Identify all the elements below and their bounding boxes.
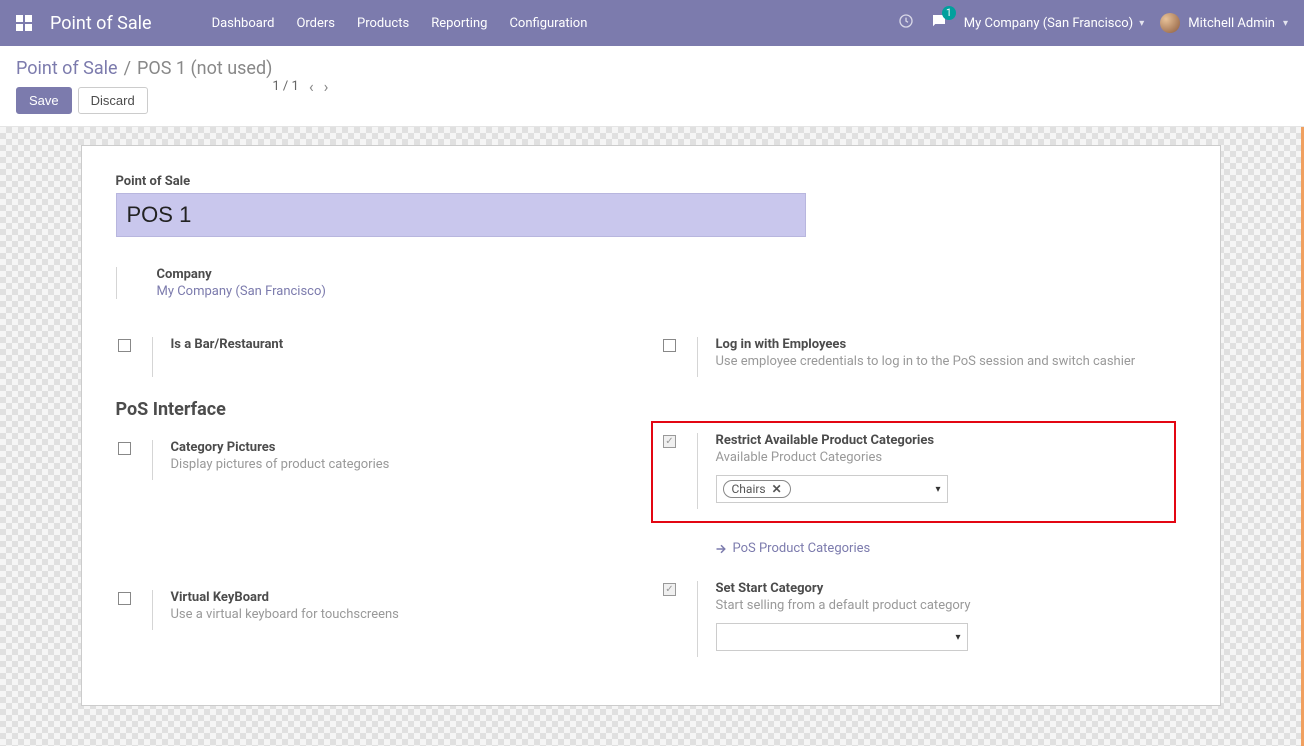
control-panel: Point of Sale / POS 1 (not used) Save Di… (0, 46, 1304, 127)
checkbox-start-cat[interactable]: ✓ (663, 583, 676, 596)
vkb-desc: Use a virtual keyboard for touchscreens (171, 607, 641, 622)
pager: 1 / 1 ‹ › (272, 77, 328, 96)
company-link[interactable]: My Company (San Francisco) (157, 284, 326, 299)
avatar (1160, 13, 1180, 33)
bar-title: Is a Bar/Restaurant (171, 337, 641, 352)
dropdown-arrow-icon[interactable]: ▾ (935, 484, 940, 495)
user-name: Mitchell Admin (1188, 16, 1275, 31)
tag-label: Chairs (732, 482, 766, 496)
pos-name-input[interactable] (116, 193, 806, 237)
caret-down-icon: ▾ (1283, 18, 1288, 29)
setting-restrict-categories: ✓ Restrict Available Product Categories … (661, 433, 1166, 509)
pager-next-icon[interactable]: › (324, 77, 329, 96)
save-button[interactable]: Save (16, 87, 72, 114)
breadcrumb: Point of Sale / POS 1 (not used) (16, 58, 272, 79)
pos-product-categories-link[interactable]: PoS Product Categories (715, 541, 871, 556)
start-cat-title: Set Start Category (716, 581, 1186, 596)
catpics-title: Category Pictures (171, 440, 641, 455)
company-switcher[interactable]: My Company (San Francisco) ▾ (964, 16, 1144, 31)
app-title[interactable]: Point of Sale (50, 13, 152, 34)
top-navbar: Point of Sale Dashboard Orders Products … (0, 0, 1304, 46)
catpics-desc: Display pictures of product categories (171, 457, 641, 472)
nav-orders[interactable]: Orders (296, 16, 335, 31)
start-cat-desc: Start selling from a default product cat… (716, 598, 1186, 613)
form-sheet: Point of Sale Company My Company (San Fr… (81, 145, 1221, 706)
discuss-icon[interactable]: 1 (930, 12, 948, 34)
nav-products[interactable]: Products (357, 16, 409, 31)
setting-virtual-keyboard: Virtual KeyBoard Use a virtual keyboard … (116, 582, 641, 638)
pos-name-label: Point of Sale (116, 174, 1186, 189)
chat-badge: 1 (942, 6, 956, 20)
breadcrumb-current: POS 1 (not used) (137, 58, 272, 79)
dropdown-arrow-icon[interactable]: ▾ (955, 632, 960, 643)
section-interface: PoS Interface (116, 399, 641, 420)
company-label: Company (157, 267, 1186, 282)
checkbox-catpics[interactable] (118, 442, 131, 455)
checkbox-bar[interactable] (118, 339, 131, 352)
setting-category-pictures: Category Pictures Display pictures of pr… (116, 432, 641, 488)
nav-configuration[interactable]: Configuration (509, 16, 587, 31)
breadcrumb-sep: / (124, 58, 131, 79)
pager-prev-icon[interactable]: ‹ (309, 77, 314, 96)
vkb-title: Virtual KeyBoard (171, 590, 641, 605)
tag-remove-icon[interactable]: ✕ (772, 482, 782, 496)
apps-icon[interactable] (16, 15, 32, 31)
arrow-right-icon (715, 543, 727, 555)
discard-button[interactable]: Discard (78, 87, 148, 114)
user-menu[interactable]: Mitchell Admin ▾ (1160, 13, 1288, 33)
form-canvas: Point of Sale Company My Company (San Fr… (0, 127, 1304, 746)
login-emp-desc: Use employee credentials to log in to th… (716, 354, 1186, 369)
cat-link-label: PoS Product Categories (733, 541, 871, 556)
checkbox-vkb[interactable] (118, 592, 131, 605)
restrict-desc: Available Product Categories (716, 450, 1166, 465)
available-categories-input[interactable]: Chairs ✕ ▾ (716, 475, 948, 503)
breadcrumb-root[interactable]: Point of Sale (16, 58, 118, 79)
checkbox-restrict[interactable]: ✓ (663, 435, 676, 448)
setting-login-employees: Log in with Employees Use employee crede… (661, 329, 1186, 385)
highlight-restrict: ✓ Restrict Available Product Categories … (651, 421, 1176, 523)
nav-menu: Dashboard Orders Products Reporting Conf… (212, 16, 898, 31)
restrict-title: Restrict Available Product Categories (716, 433, 1166, 448)
start-category-input[interactable]: ▾ (716, 623, 968, 651)
tag-chairs: Chairs ✕ (723, 480, 791, 498)
nav-reporting[interactable]: Reporting (431, 16, 487, 31)
company-name: My Company (San Francisco) (964, 16, 1133, 31)
company-block: Company My Company (San Francisco) (116, 267, 1186, 299)
clock-icon[interactable] (898, 13, 914, 33)
login-emp-title: Log in with Employees (716, 337, 1186, 352)
setting-start-category: ✓ Set Start Category Start selling from … (661, 573, 1186, 665)
pager-text: 1 / 1 (272, 79, 298, 94)
caret-down-icon: ▾ (1139, 18, 1144, 29)
setting-bar-restaurant: Is a Bar/Restaurant (116, 329, 641, 385)
topbar-right: 1 My Company (San Francisco) ▾ Mitchell … (898, 12, 1288, 34)
nav-dashboard[interactable]: Dashboard (212, 16, 275, 31)
checkbox-login-emp[interactable] (663, 339, 676, 352)
